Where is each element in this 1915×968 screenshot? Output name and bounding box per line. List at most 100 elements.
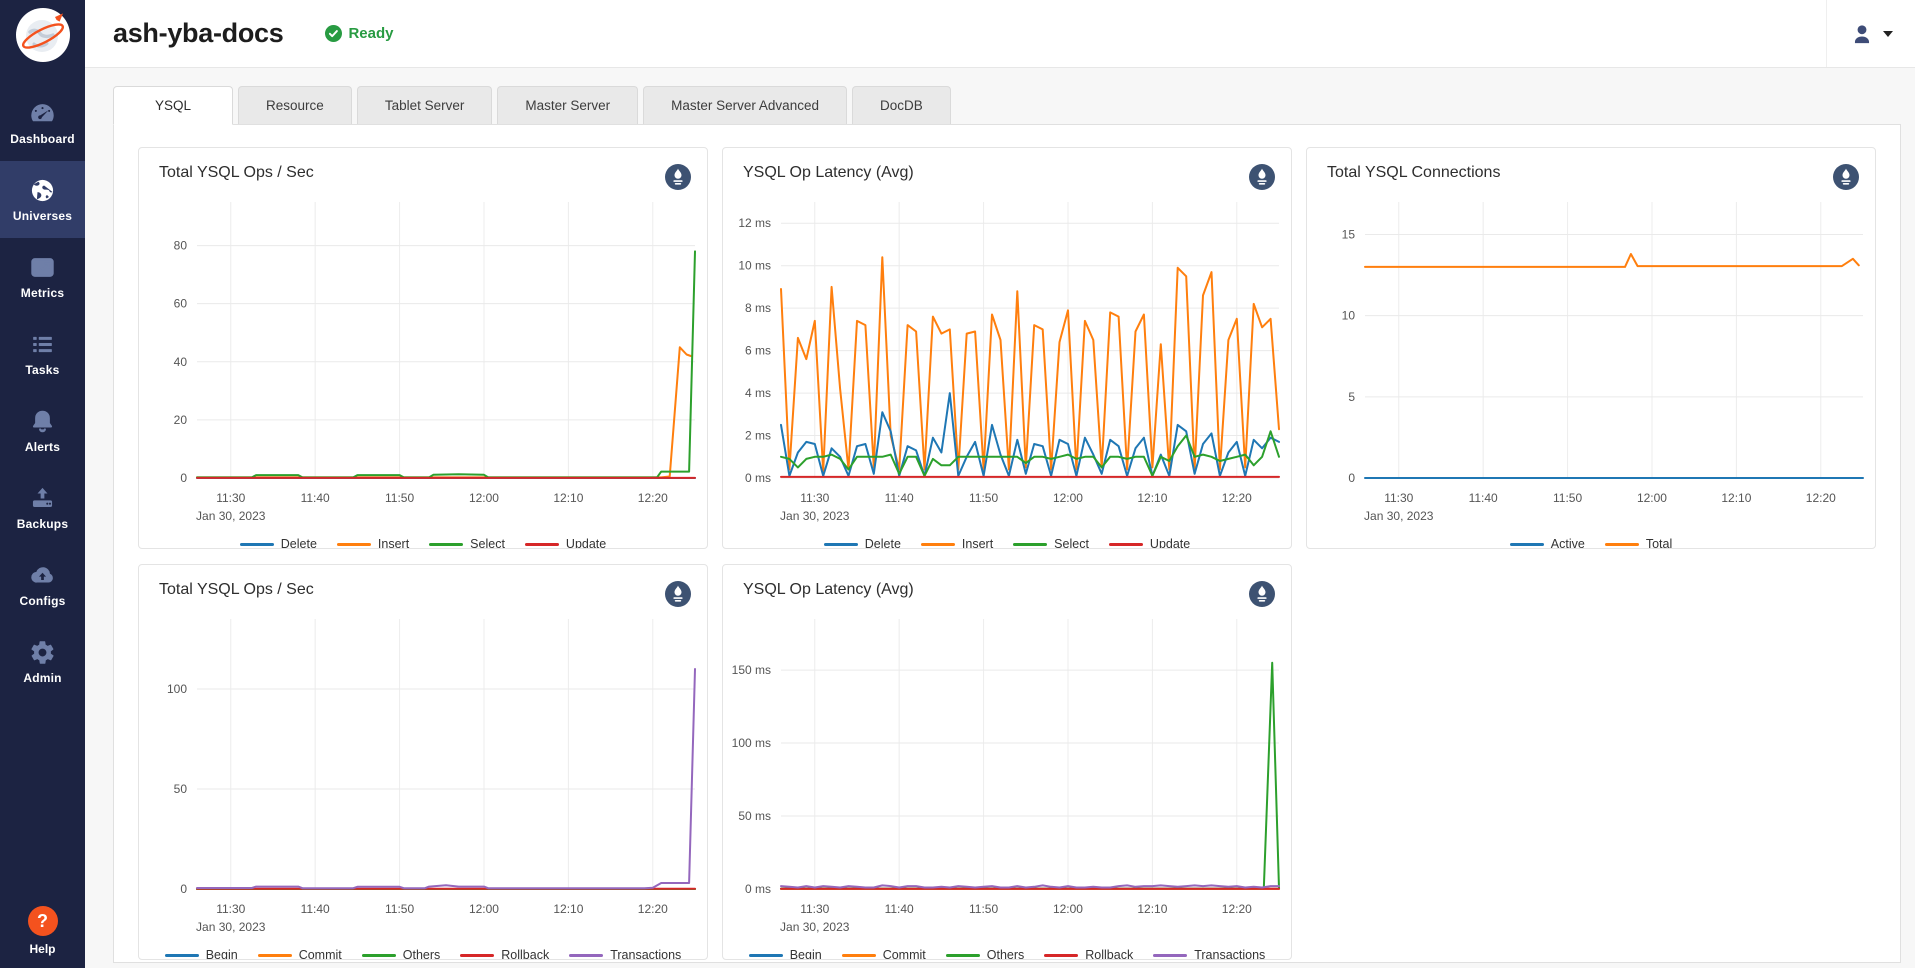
legend-item[interactable]: Delete [824,537,901,549]
chart-plot-area[interactable]: 11:3011:4011:5012:0012:1012:20050100Jan … [139,607,707,942]
legend-item[interactable]: Transactions [569,948,681,960]
legend-item[interactable]: Delete [240,537,317,549]
tab-resource[interactable]: Resource [238,86,352,124]
legend-swatch [921,543,955,546]
sidebar-item-universes[interactable]: Universes [0,161,85,238]
legend-swatch [1605,543,1639,546]
header-right [1826,0,1915,67]
svg-text:11:40: 11:40 [885,902,914,916]
tab-label: DocDB [880,98,923,113]
cloud-up-icon [29,562,56,589]
legend-swatch [569,954,603,957]
status-badge: Ready [325,25,393,42]
sidebar-item-label: Configs [19,594,65,608]
sidebar-item-backups[interactable]: Backups [0,469,85,546]
chart-panel-total-ysql-ops-transactions: Total YSQL Ops / Sec 11:3011:4011:5012:0… [138,564,708,960]
legend-item[interactable]: Commit [842,948,926,960]
legend-swatch [240,543,274,546]
legend-item[interactable]: Rollback [460,948,549,960]
yugabyte-logo-icon[interactable] [16,8,70,62]
tab-master-server[interactable]: Master Server [497,86,638,124]
legend-swatch [749,954,783,957]
tab-docdb[interactable]: DocDB [852,86,951,124]
chart-canvas: 11:3011:4011:5012:0012:1012:200 ms2 ms4 … [723,190,1291,526]
chart-plot-area[interactable]: 11:3011:4011:5012:0012:1012:20051015Jan … [1307,190,1875,531]
chart-legend: Begin Commit Others Rollback Transactions [723,942,1291,960]
svg-text:11:40: 11:40 [301,491,330,505]
legend-swatch [429,543,463,546]
prometheus-icon[interactable] [665,581,691,607]
chart-legend: Active Total [1307,531,1875,549]
tab-ysql[interactable]: YSQL [113,86,233,125]
legend-item[interactable]: Insert [921,537,993,549]
legend-item[interactable]: Insert [337,537,409,549]
svg-text:12:10: 12:10 [1721,491,1751,505]
sidebar-item-label: Admin [23,671,61,685]
svg-text:0: 0 [180,471,187,485]
svg-text:100 ms: 100 ms [732,736,771,750]
chart-plot-area[interactable]: 11:3011:4011:5012:0012:1012:200 ms50 ms1… [723,607,1291,942]
chart-plot-area[interactable]: 11:3011:4011:5012:0012:1012:20020406080J… [139,190,707,531]
legend-swatch [1109,543,1143,546]
svg-text:11:40: 11:40 [301,902,330,916]
svg-text:12:10: 12:10 [553,491,583,505]
tab-label: Master Server Advanced [671,98,819,113]
svg-text:12:00: 12:00 [1053,902,1083,916]
sidebar-item-help[interactable]: ? Help [28,906,58,956]
sidebar-item-label: Backups [17,517,68,531]
svg-text:40: 40 [174,355,188,369]
empty-grid-cell [1306,564,1876,960]
prometheus-icon[interactable] [1249,581,1275,607]
legend-item[interactable]: Begin [165,948,238,960]
svg-text:12:20: 12:20 [638,491,668,505]
legend-item[interactable]: Commit [258,948,342,960]
bell-icon [29,408,56,435]
legend-swatch [1153,954,1187,957]
sidebar-item-metrics[interactable]: Metrics [0,238,85,315]
svg-text:Jan 30, 2023: Jan 30, 2023 [780,509,850,523]
svg-text:12:20: 12:20 [1222,902,1252,916]
svg-text:11:50: 11:50 [969,902,998,916]
sidebar-item-tasks[interactable]: Tasks [0,315,85,392]
legend-item[interactable]: Rollback [1044,948,1133,960]
user-menu-button[interactable] [1827,21,1915,47]
legend-item[interactable]: Select [429,537,505,549]
chart-header: Total YSQL Ops / Sec [139,565,707,607]
legend-item[interactable]: Transactions [1153,948,1265,960]
chart-plot-area[interactable]: 11:3011:4011:5012:0012:1012:200 ms2 ms4 … [723,190,1291,531]
svg-text:11:30: 11:30 [800,491,829,505]
legend-item[interactable]: Select [1013,537,1089,549]
chart-header: YSQL Op Latency (Avg) [723,565,1291,607]
legend-item[interactable]: Update [1109,537,1190,549]
sidebar-item-dashboard[interactable]: Dashboard [0,84,85,161]
tab-tablet-server[interactable]: Tablet Server [357,86,493,124]
tab-master-server-advanced[interactable]: Master Server Advanced [643,86,847,124]
legend-item[interactable]: Update [525,537,606,549]
svg-text:100: 100 [167,682,187,696]
legend-item[interactable]: Others [946,948,1025,960]
prometheus-icon[interactable] [665,164,691,190]
legend-swatch [1510,543,1544,546]
legend-swatch [824,543,858,546]
legend-item[interactable]: Total [1605,537,1672,549]
legend-item[interactable]: Begin [749,948,822,960]
legend-label: Transactions [610,948,681,960]
backup-icon [29,485,56,512]
legend-swatch [842,954,876,957]
sidebar-item-admin[interactable]: Admin [0,623,85,700]
prometheus-icon[interactable] [1249,164,1275,190]
svg-text:5: 5 [1348,390,1355,404]
legend-item[interactable]: Active [1510,537,1585,549]
sidebar-item-alerts[interactable]: Alerts [0,392,85,469]
svg-text:11:40: 11:40 [1469,491,1498,505]
sidebar-item-configs[interactable]: Configs [0,546,85,623]
chart-canvas: 11:3011:4011:5012:0012:1012:20051015Jan … [1307,190,1875,526]
sidebar-item-label: Dashboard [10,132,74,146]
legend-label: Insert [962,537,993,549]
legend-item[interactable]: Others [362,948,441,960]
content-area: YSQL Resource Tablet Server Master Serve… [85,68,1915,968]
prometheus-icon[interactable] [1833,164,1859,190]
tab-label: Resource [266,98,324,113]
gear-icon [29,639,56,666]
svg-text:10 ms: 10 ms [738,259,771,273]
